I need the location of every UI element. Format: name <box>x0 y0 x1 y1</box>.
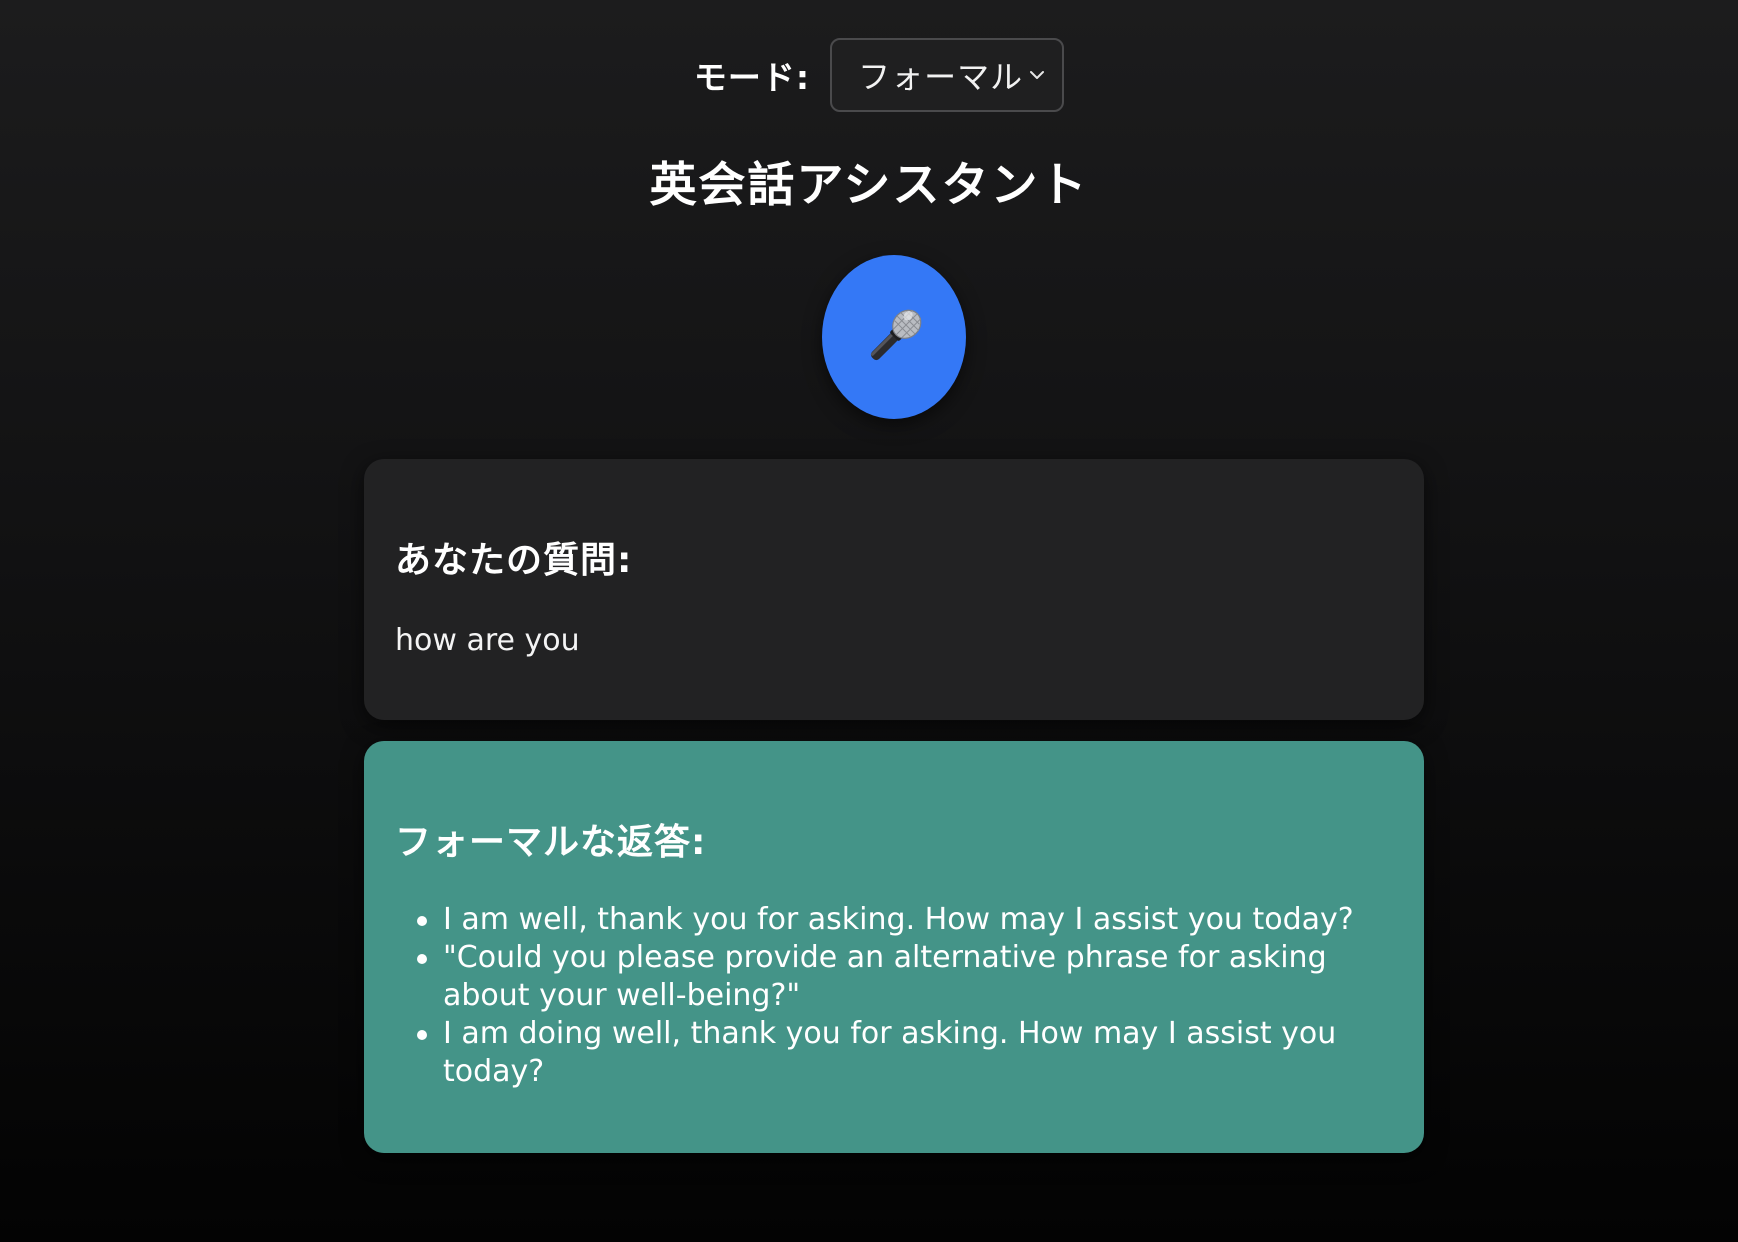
response-item: I am well, thank you for asking. How may… <box>417 901 1393 939</box>
response-item: "Could you please provide an alternative… <box>417 939 1393 1015</box>
microphone-icon <box>870 309 922 361</box>
mode-select-value: フォーマル <box>858 58 1024 96</box>
response-heading: フォーマルな返答: <box>395 822 707 863</box>
question-card: あなたの質問: how are you <box>364 459 1424 720</box>
response-list: I am well, thank you for asking. How may… <box>417 901 1393 1091</box>
chevron-down-icon <box>1030 71 1045 79</box>
question-heading: あなたの質問: <box>395 540 633 581</box>
mode-selector-row: モード: フォーマル <box>0 38 1738 112</box>
response-card: フォーマルな返答: I am well, thank you for askin… <box>364 741 1424 1153</box>
mode-label: モード: <box>693 58 811 97</box>
page-title: 英会話アシスタント <box>649 158 1089 213</box>
mode-select[interactable]: フォーマル <box>830 38 1065 112</box>
microphone-button[interactable] <box>822 255 966 419</box>
response-item: I am doing well, thank you for asking. H… <box>417 1015 1393 1091</box>
question-text: how are you <box>395 623 580 658</box>
